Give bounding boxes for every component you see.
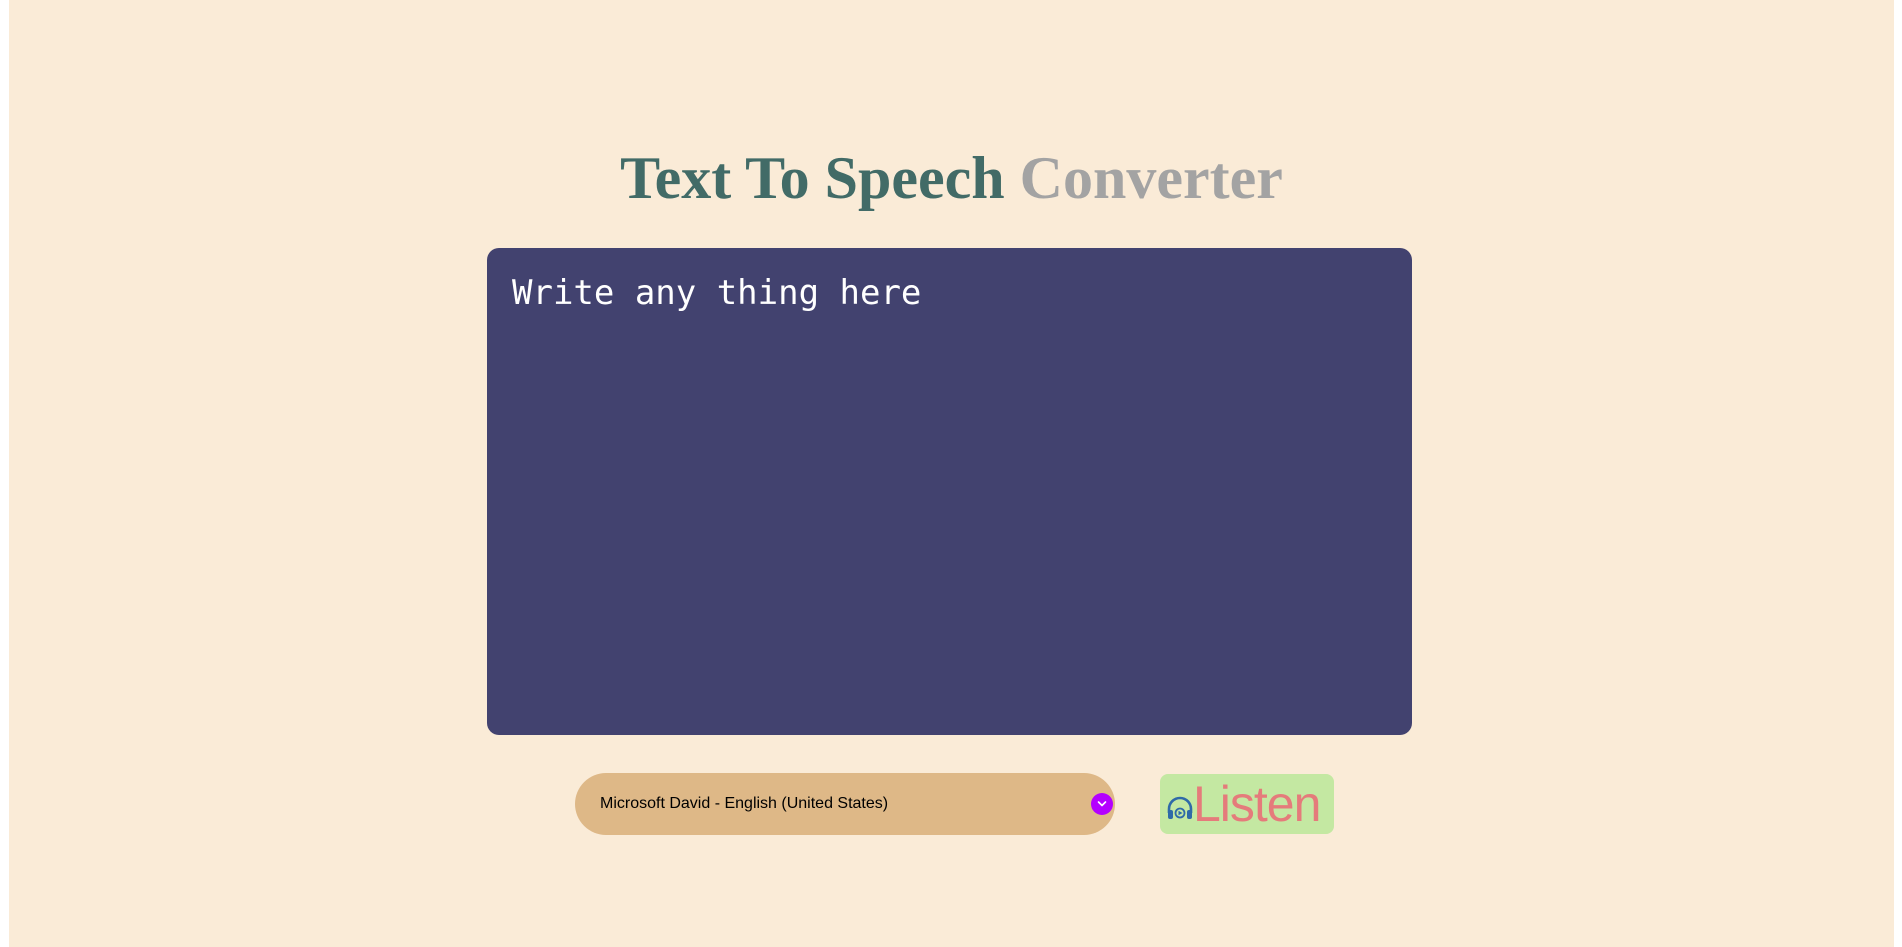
- voice-selected-value: Microsoft David - English (United States…: [600, 795, 889, 812]
- title-accent: Converter: [1019, 145, 1283, 211]
- page-container: Text To Speech Converter Microsoft David…: [9, 0, 1894, 947]
- headphones-icon: [1166, 796, 1194, 825]
- voice-select[interactable]: Microsoft David - English (United States…: [575, 773, 1115, 835]
- listen-label: Listen: [1193, 776, 1321, 832]
- chevron-down-icon[interactable]: [1091, 793, 1113, 815]
- listen-button[interactable]: Listen: [1160, 774, 1334, 834]
- title-main: Text To Speech: [620, 145, 1005, 211]
- text-input[interactable]: [487, 248, 1412, 735]
- page-title: Text To Speech Converter: [9, 138, 1894, 218]
